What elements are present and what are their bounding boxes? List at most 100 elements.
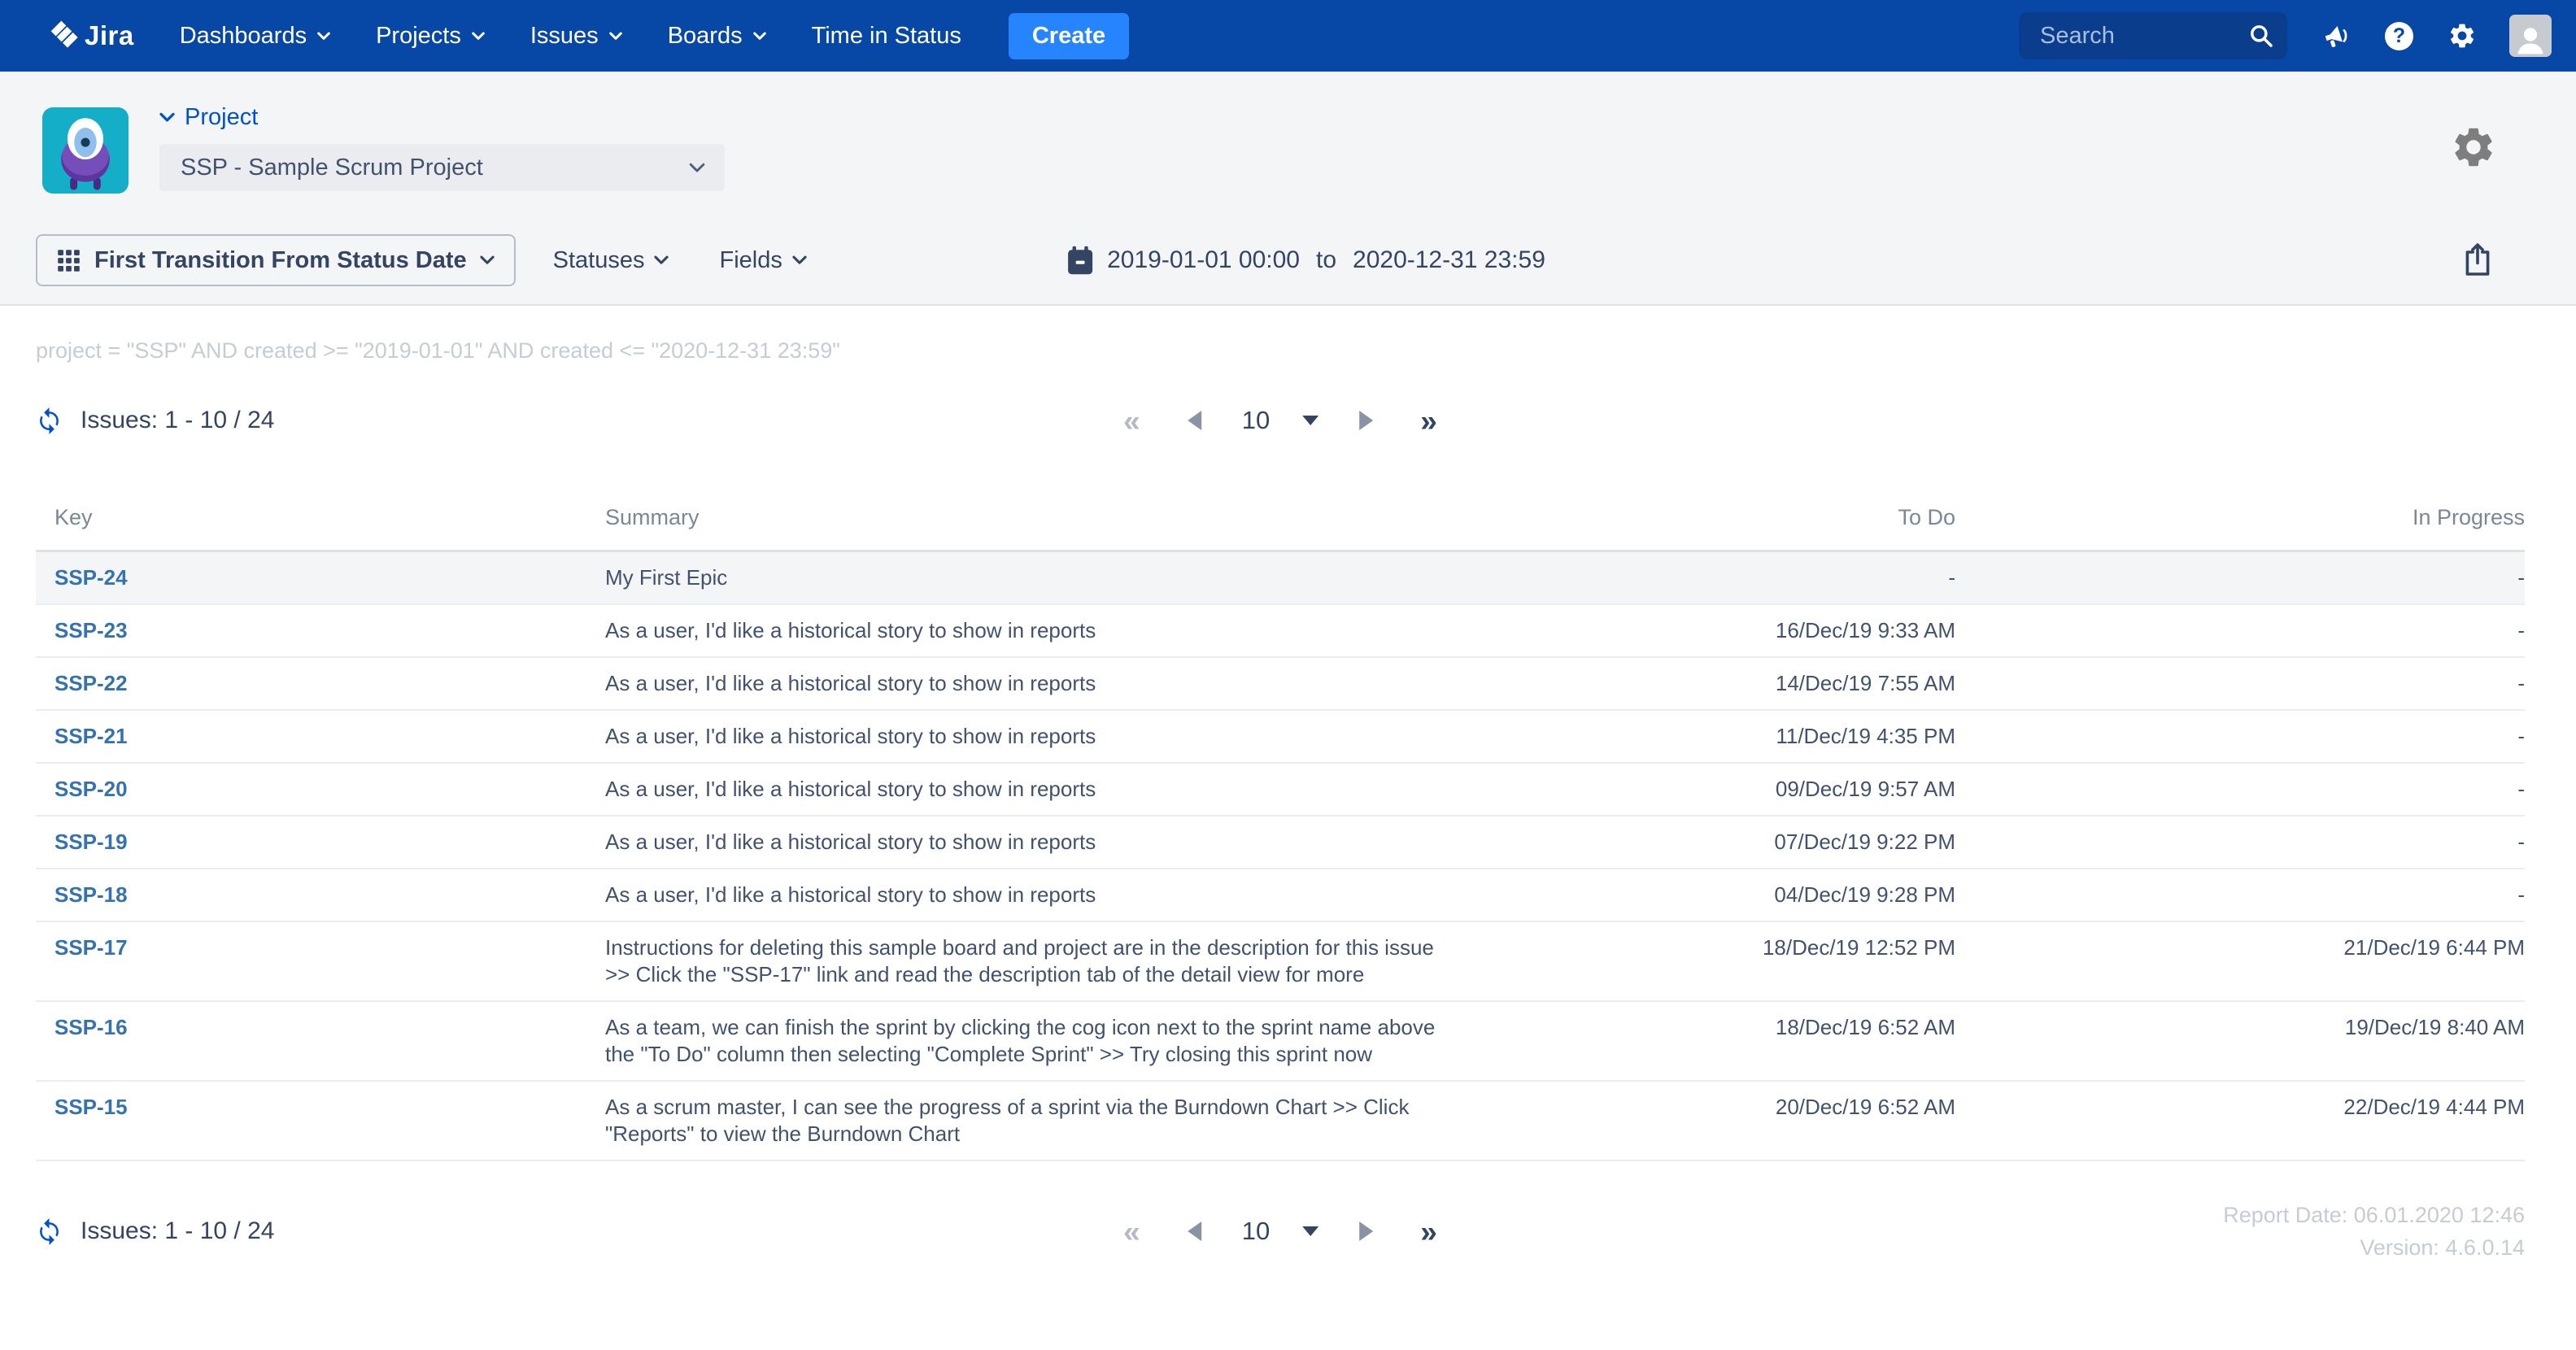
report-version: Version: 4.6.0.14 — [2223, 1231, 2525, 1264]
page-size-value: 10 — [1242, 1217, 1270, 1246]
issue-summary: As a user, I'd like a historical story t… — [605, 763, 1524, 816]
issue-key-link[interactable]: SSP-17 — [54, 935, 128, 960]
report-type-label: First Transition From Status Date — [94, 247, 467, 274]
pagination-next[interactable] — [1359, 1222, 1373, 1241]
nav-item-time-in-status[interactable]: Time in Status — [812, 23, 961, 50]
gear-icon[interactable] — [2447, 21, 2477, 50]
report-toolbar: First Transition From Status Date Status… — [36, 234, 2576, 286]
settings-gear-icon[interactable] — [2450, 124, 2497, 171]
statuses-dropdown[interactable]: Statuses — [553, 247, 669, 274]
jql-query-text: project = "SSP" AND created >= "2019-01-… — [36, 338, 2525, 364]
pagination-first[interactable]: « — [1117, 406, 1147, 436]
issue-key-link[interactable]: SSP-22 — [54, 671, 128, 695]
date-joiner: to — [1316, 246, 1336, 274]
calendar-icon — [1066, 246, 1094, 275]
project-label[interactable]: Project — [159, 104, 725, 131]
issue-summary: As a scrum master, I can see the progres… — [605, 1081, 1524, 1161]
nav-item-dashboards[interactable]: Dashboards — [180, 23, 330, 50]
inprogress-date: - — [1955, 816, 2525, 869]
chevron-down-icon — [159, 112, 175, 123]
chevron-down-icon — [689, 163, 705, 173]
nav-item-issues[interactable]: Issues — [530, 23, 622, 50]
jira-logo[interactable]: Jira — [46, 20, 134, 52]
chevron-down-icon — [480, 255, 495, 265]
issue-key-cell: SSP-18 — [36, 869, 605, 921]
issue-key-link[interactable]: SSP-20 — [54, 777, 128, 801]
todo-date: 20/Dec/19 6:52 AM — [1524, 1081, 1955, 1161]
jira-logo-icon — [46, 20, 78, 52]
caret-down-icon — [1302, 1226, 1319, 1236]
todo-date: 11/Dec/19 4:35 PM — [1524, 710, 1955, 763]
inprogress-date: 19/Dec/19 8:40 AM — [1955, 1001, 2525, 1081]
grid-icon — [57, 249, 81, 272]
fields-dropdown[interactable]: Fields — [719, 247, 806, 274]
todo-date: 14/Dec/19 7:55 AM — [1524, 657, 1955, 710]
project-label-text: Project — [185, 104, 258, 131]
issue-key-link[interactable]: SSP-23 — [54, 618, 128, 642]
issue-key-link[interactable]: SSP-24 — [54, 565, 128, 590]
export-icon[interactable] — [2463, 242, 2492, 278]
issues-table-body: SSP-24My First Epic-- SSP-23 As a user, I'… — [36, 551, 2525, 1161]
issue-key-link[interactable]: SSP-19 — [54, 830, 128, 854]
date-to: 2020-12-31 23:59 — [1353, 246, 1545, 274]
chevron-down-icon — [317, 32, 330, 41]
page-size-select[interactable]: 10 — [1242, 406, 1319, 435]
search-icon[interactable] — [2248, 23, 2274, 49]
pagination-last[interactable]: » — [1414, 406, 1444, 436]
search-box[interactable] — [2019, 12, 2287, 59]
user-avatar[interactable] — [2509, 15, 2552, 57]
create-button[interactable]: Create — [1009, 13, 1129, 59]
todo-date: 16/Dec/19 9:33 AM — [1524, 604, 1955, 657]
issue-key-link[interactable]: SSP-15 — [54, 1095, 128, 1119]
inprogress-date: 21/Dec/19 6:44 PM — [1955, 921, 2525, 1001]
pagination-last[interactable]: » — [1414, 1217, 1444, 1247]
list-toolbar-bottom: Issues: 1 - 10 / 24 «10» Report Date: 06… — [36, 1205, 2525, 1257]
project-select[interactable]: SSP - Sample Scrum Project — [159, 144, 725, 191]
issue-summary: Instructions for deleting this sample bo… — [605, 921, 1524, 1001]
issue-key-cell: SSP-24 — [36, 551, 605, 605]
project-header: Project SSP - Sample Scrum Project — [0, 72, 2576, 306]
column-header-summary: Summary — [605, 497, 1524, 551]
project-selector-block: Project SSP - Sample Scrum Project — [159, 104, 725, 191]
todo-date: 04/Dec/19 9:28 PM — [1524, 869, 1955, 921]
list-toolbar-top: Issues: 1 - 10 / 24 «10» — [36, 401, 2525, 440]
table-row: SSP-17 Instructions for deleting this sam… — [36, 921, 2525, 1001]
inprogress-date: - — [1955, 604, 2525, 657]
chevron-down-icon — [753, 32, 766, 41]
pagination-first[interactable]: « — [1117, 1217, 1147, 1247]
refresh-icon[interactable] — [36, 1218, 63, 1245]
issue-key-cell: SSP-21 — [36, 710, 605, 763]
issue-key-link[interactable]: SSP-21 — [54, 724, 128, 748]
report-info: Report Date: 06.01.2020 12:46 Version: 4… — [2223, 1199, 2525, 1264]
nav-item-boards[interactable]: Boards — [668, 23, 766, 50]
fields-label: Fields — [719, 247, 782, 274]
nav-item-projects[interactable]: Projects — [376, 23, 485, 50]
table-row: SSP-24My First Epic-- — [36, 551, 2525, 605]
issue-key-link[interactable]: SSP-16 — [54, 1015, 128, 1039]
pagination-prev[interactable] — [1188, 411, 1201, 430]
search-input[interactable] — [2019, 12, 2287, 59]
page-size-select[interactable]: 10 — [1242, 1217, 1319, 1246]
issue-key-cell: SSP-20 — [36, 763, 605, 816]
issue-key-cell: SSP-16 — [36, 1001, 605, 1081]
jira-logo-text: Jira — [85, 20, 134, 51]
help-glyph: ? — [2393, 24, 2405, 48]
help-icon[interactable]: ? — [2385, 22, 2413, 50]
column-header-key: Key — [36, 497, 605, 551]
pagination-prev[interactable] — [1188, 1222, 1201, 1241]
pagination-next[interactable] — [1359, 411, 1373, 430]
todo-date: 07/Dec/19 9:22 PM — [1524, 816, 1955, 869]
table-row: SSP-20 As a user, I'd like a historical s… — [36, 763, 2525, 816]
nav-menu: Dashboards Projects Issues Boards Time in St… — [157, 23, 984, 50]
date-range-picker[interactable]: 2019-01-01 00:00 to 2020-12-31 23:59 — [1066, 246, 1545, 275]
megaphone-icon[interactable] — [2321, 21, 2351, 50]
table-row: SSP-21As a user, I'd like a historical s… — [36, 710, 2525, 763]
issue-key-link[interactable]: SSP-18 — [54, 882, 128, 907]
issue-key-cell: SSP-23 — [36, 604, 605, 657]
table-row: SSP-16As a team, we can finish the sprin… — [36, 1001, 2525, 1081]
nav-item-label: Time in Status — [812, 23, 961, 50]
nav-item-label: Issues — [530, 23, 599, 50]
top-nav: Jira Dashboards Projects Issues Boards Time … — [0, 0, 2576, 72]
refresh-icon[interactable] — [36, 407, 63, 434]
report-type-dropdown[interactable]: First Transition From Status Date — [36, 234, 516, 286]
